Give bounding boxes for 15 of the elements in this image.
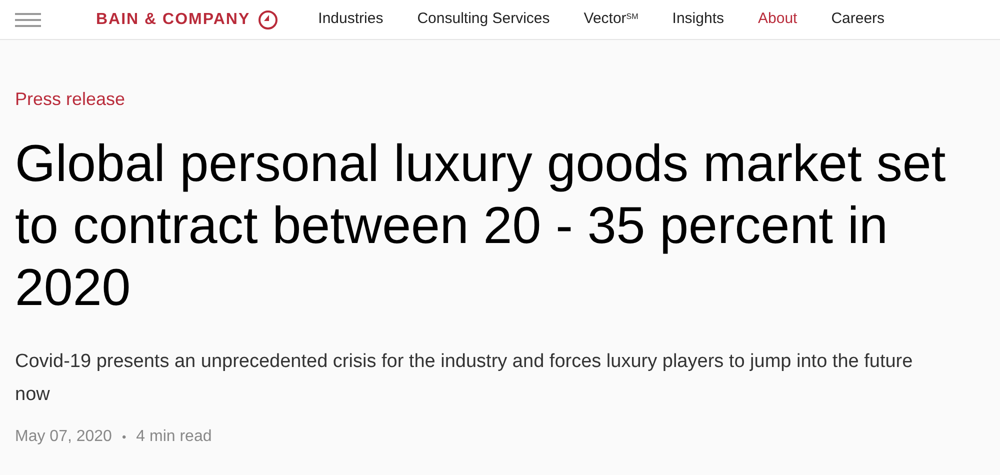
logo-icon: [258, 10, 278, 30]
nav-link[interactable]: Industries: [318, 8, 384, 31]
nav-link[interactable]: Careers: [831, 8, 885, 31]
subtitle: Covid-19 presents an unprecedented crisis for the industry and forces luxury players to jump into the future now: [15, 350, 914, 407]
nav-link[interactable]: About: [758, 8, 798, 31]
menu-icon[interactable]: [15, 12, 41, 28]
category-label: Press release: [15, 88, 126, 111]
headline: Global personal luxury goods market set to contract between 20 - 35 percent in 2020: [15, 134, 947, 319]
read-time: 4 min read: [136, 427, 212, 447]
logo[interactable]: BAIN & COMPANY: [96, 8, 278, 32]
publish-date: May 07, 2020: [15, 427, 112, 447]
nav-link[interactable]: Consulting Services: [417, 8, 550, 31]
separator-dot: •: [122, 429, 126, 446]
nav-link[interactable]: Vector$^{SM}$: [584, 8, 638, 31]
nav-link[interactable]: Insights: [672, 8, 724, 31]
